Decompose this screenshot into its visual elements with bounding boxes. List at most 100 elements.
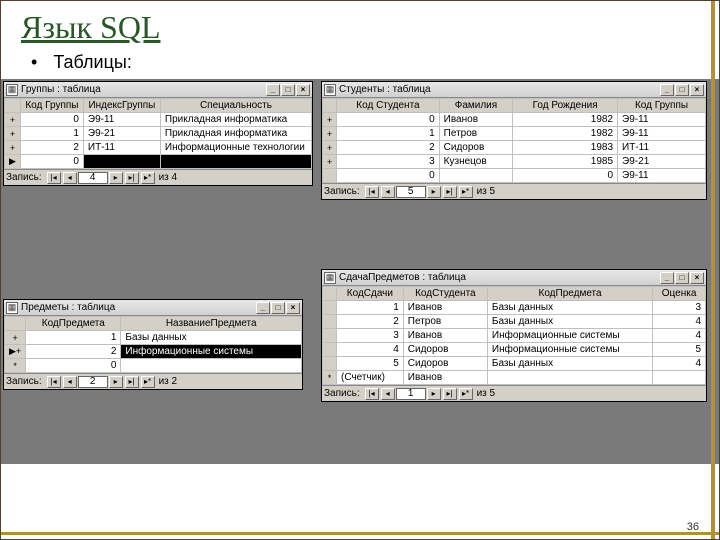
table-row: +2Сидоров1983ИТ-11 <box>323 141 706 155</box>
table-row: 1ИвановБазы данных3 <box>323 301 706 315</box>
table-icon <box>6 84 18 96</box>
window-groups: Группы : таблица _ □ × Код Группы Индекс… <box>3 81 313 186</box>
bullet-dot: • <box>31 52 37 73</box>
col-header[interactable]: КодПредмета <box>487 287 652 301</box>
maximize-button[interactable]: □ <box>675 272 689 284</box>
table-row: +1Базы данных <box>5 331 302 345</box>
table-row: +0Э9-11Прикладная информатика <box>5 113 312 127</box>
table-row: +2ИТ-11Информационные технологии <box>5 141 312 155</box>
nav-next-button[interactable]: ▸ <box>109 376 123 388</box>
titlebar-subjects[interactable]: Предметы : таблица _ □ × <box>4 300 302 316</box>
col-header[interactable]: Год Рождения <box>513 99 618 113</box>
accent-horizontal <box>1 532 719 535</box>
maximize-button[interactable]: □ <box>281 84 295 96</box>
close-button[interactable]: × <box>296 84 310 96</box>
nav-new-button[interactable]: ▸* <box>141 172 155 184</box>
nav-next-button[interactable]: ▸ <box>427 388 441 400</box>
table-row: +1Петров1982Э9-11 <box>323 127 706 141</box>
record-navigator: Запись: |◂ ◂ ▸ ▸| ▸* из 2 <box>4 373 302 389</box>
table-icon <box>6 302 18 314</box>
nav-count: из 5 <box>477 186 496 197</box>
col-header[interactable]: КодПредмета <box>26 317 121 331</box>
titlebar-exams[interactable]: СдачаПредметов : таблица _ □ × <box>322 270 706 286</box>
nav-new-button[interactable]: ▸* <box>459 388 473 400</box>
nav-prev-button[interactable]: ◂ <box>63 376 77 388</box>
db-workspace: Группы : таблица _ □ × Код Группы Индекс… <box>1 79 719 464</box>
close-button[interactable]: × <box>690 272 704 284</box>
minimize-button[interactable]: _ <box>660 272 674 284</box>
nav-first-button[interactable]: |◂ <box>365 388 379 400</box>
record-navigator: Запись: |◂ ◂ ▸ ▸| ▸* из 4 <box>4 169 312 185</box>
table-row: ▶0 <box>5 155 312 169</box>
nav-first-button[interactable]: |◂ <box>47 376 61 388</box>
col-header[interactable]: Код Группы <box>20 99 83 113</box>
col-header[interactable]: Код Студента <box>337 99 439 113</box>
nav-prev-button[interactable]: ◂ <box>381 186 395 198</box>
nav-position-input[interactable] <box>78 172 108 184</box>
table-row: +1Э9-21Прикладная информатика <box>5 127 312 141</box>
maximize-button[interactable]: □ <box>675 84 689 96</box>
nav-position-input[interactable] <box>78 376 108 388</box>
grid-students[interactable]: Код Студента Фамилия Год Рождения Код Гр… <box>322 98 706 183</box>
window-subjects: Предметы : таблица _ □ × КодПредмета Наз… <box>3 299 303 390</box>
nav-last-button[interactable]: ▸| <box>443 388 457 400</box>
table-icon <box>324 84 336 96</box>
table-row: 4СидоровИнформационные системы5 <box>323 343 706 357</box>
nav-label: Запись: <box>6 376 42 387</box>
nav-next-button[interactable]: ▸ <box>427 186 441 198</box>
nav-label: Запись: <box>324 388 360 399</box>
table-row: *0 <box>5 359 302 373</box>
title-subjects: Предметы : таблица <box>21 302 256 313</box>
table-row: ▶+2Информационные системы <box>5 345 302 359</box>
grid-exams[interactable]: КодСдачи КодСтудента КодПредмета Оценка … <box>322 286 706 385</box>
close-button[interactable]: × <box>690 84 704 96</box>
titlebar-groups[interactable]: Группы : таблица _ □ × <box>4 82 312 98</box>
nav-new-button[interactable]: ▸* <box>459 186 473 198</box>
minimize-button[interactable]: _ <box>266 84 280 96</box>
table-row: 2ПетровБазы данных4 <box>323 315 706 329</box>
grid-subjects[interactable]: КодПредмета НазваниеПредмета +1Базы данн… <box>4 316 302 373</box>
close-button[interactable]: × <box>286 302 300 314</box>
nav-first-button[interactable]: |◂ <box>365 186 379 198</box>
table-row: *(Счетчик)Иванов <box>323 371 706 385</box>
col-header[interactable]: ИндексГруппы <box>83 99 160 113</box>
nav-last-button[interactable]: ▸| <box>443 186 457 198</box>
nav-position-input[interactable] <box>396 388 426 400</box>
nav-first-button[interactable]: |◂ <box>47 172 61 184</box>
nav-new-button[interactable]: ▸* <box>141 376 155 388</box>
nav-next-button[interactable]: ▸ <box>109 172 123 184</box>
nav-label: Запись: <box>324 186 360 197</box>
col-header[interactable]: Оценка <box>653 287 706 301</box>
record-navigator: Запись: |◂ ◂ ▸ ▸| ▸* из 5 <box>322 385 706 401</box>
col-header[interactable]: Фамилия <box>439 99 513 113</box>
window-exams: СдачаПредметов : таблица _ □ × КодСдачи … <box>321 269 707 402</box>
table-row: +0Иванов1982Э9-11 <box>323 113 706 127</box>
nav-prev-button[interactable]: ◂ <box>63 172 77 184</box>
col-header[interactable]: НазваниеПредмета <box>121 317 302 331</box>
minimize-button[interactable]: _ <box>256 302 270 314</box>
window-students: Студенты : таблица _ □ × Код Студента Фа… <box>321 81 707 200</box>
bullet-text: Таблицы: <box>53 52 132 73</box>
title-exams: СдачаПредметов : таблица <box>339 272 660 283</box>
minimize-button[interactable]: _ <box>660 84 674 96</box>
nav-position-input[interactable] <box>396 186 426 198</box>
title-students: Студенты : таблица <box>339 84 660 95</box>
title-groups: Группы : таблица <box>21 84 266 95</box>
col-header[interactable]: Код Группы <box>618 99 706 113</box>
col-header[interactable]: КодСдачи <box>337 287 404 301</box>
nav-last-button[interactable]: ▸| <box>125 172 139 184</box>
grid-groups[interactable]: Код Группы ИндексГруппы Специальность +0… <box>4 98 312 169</box>
table-row: 5СидоровБазы данных4 <box>323 357 706 371</box>
table-row: 3ИвановИнформационные системы4 <box>323 329 706 343</box>
record-navigator: Запись: |◂ ◂ ▸ ▸| ▸* из 5 <box>322 183 706 199</box>
slide-title: Язык SQL <box>1 1 719 50</box>
col-header[interactable]: КодСтудента <box>403 287 487 301</box>
table-row: +3Кузнецов1985Э9-21 <box>323 155 706 169</box>
titlebar-students[interactable]: Студенты : таблица _ □ × <box>322 82 706 98</box>
accent-vertical <box>711 1 715 539</box>
maximize-button[interactable]: □ <box>271 302 285 314</box>
nav-last-button[interactable]: ▸| <box>125 376 139 388</box>
nav-prev-button[interactable]: ◂ <box>381 388 395 400</box>
nav-count: из 4 <box>159 172 178 183</box>
col-header[interactable]: Специальность <box>160 99 311 113</box>
